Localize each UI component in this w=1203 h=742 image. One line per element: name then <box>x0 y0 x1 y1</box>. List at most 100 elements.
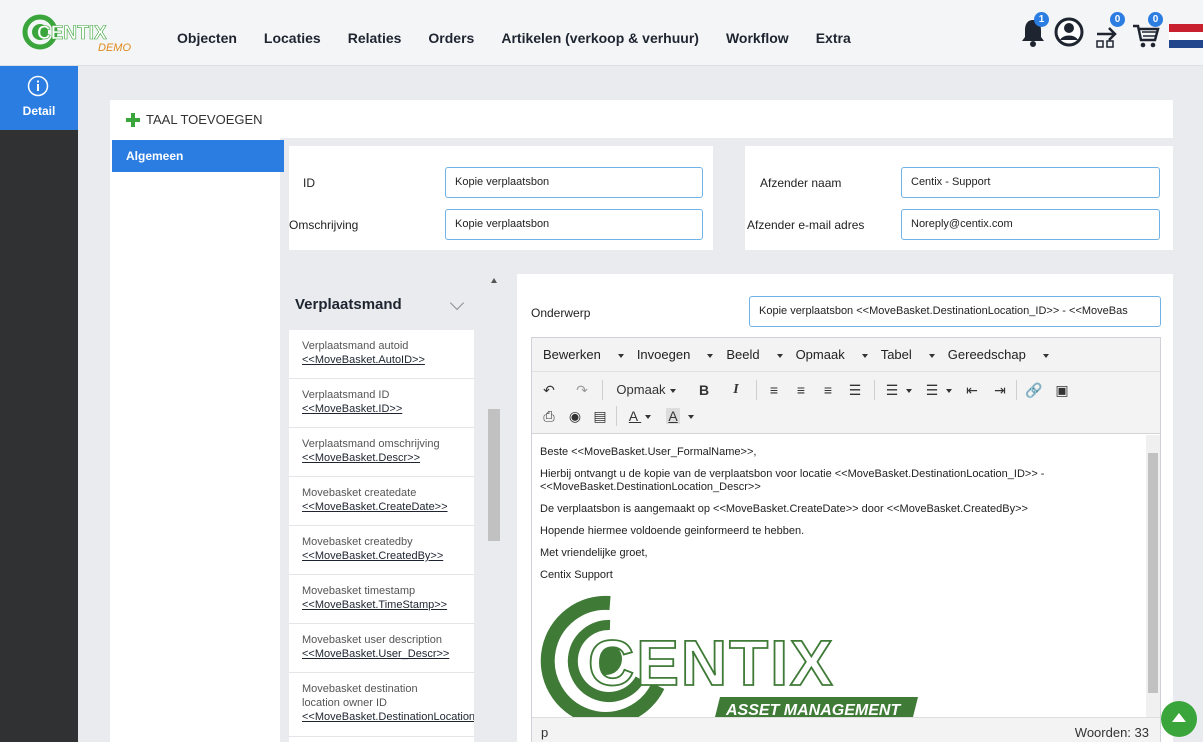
list-item[interactable]: Movebasket timestamp <<MoveBasket.TimeSta… <box>289 575 474 624</box>
scroll-to-top-button[interactable] <box>1161 701 1197 737</box>
italic-icon[interactable]: I <box>728 380 744 400</box>
editor-scroll-thumb[interactable] <box>1148 453 1158 693</box>
menu-label: Opmaak <box>795 347 845 362</box>
menu-label: Beeld <box>726 347 760 362</box>
variables-scrollbar[interactable] <box>488 276 501 742</box>
user-avatar-icon[interactable] <box>1053 14 1085 52</box>
text-color-icon[interactable]: A <box>624 406 656 426</box>
variables-panel: Verplaatsmand Verplaatsmand autoid <<Move… <box>289 276 501 742</box>
mail-body-line: Met vriendelijke groet, <box>540 547 648 559</box>
preview-icon[interactable]: ◉ <box>567 406 583 426</box>
variable-label: Verplaatsmand omschrijving <box>302 438 440 450</box>
cart-icon[interactable]: 0 <box>1131 12 1163 52</box>
caret-down-icon <box>687 415 694 420</box>
scroll-up-arrow-icon[interactable] <box>491 278 497 283</box>
list-item[interactable]: Movebasket user description <<MoveBasket.… <box>289 624 474 673</box>
variable-code[interactable]: <<MoveBasket.DestinationLocationO <box>302 710 474 724</box>
caret-down-icon <box>776 353 783 358</box>
variable-code[interactable]: <<MoveBasket.CreatedBy>> <box>302 549 474 563</box>
cart-badge: 0 <box>1148 12 1163 27</box>
editor-menubar: Bewerken Invoegen Beeld Opmaak Tabel Ger… <box>532 338 1160 372</box>
editor-content[interactable]: Beste <<MoveBasket.User_FormalName>>, Hi… <box>532 435 1146 717</box>
nav-relaties[interactable]: Relaties <box>348 30 402 46</box>
nav-extra[interactable]: Extra <box>816 30 851 46</box>
image-icon[interactable]: ▣ <box>1054 380 1070 400</box>
list-item[interactable]: Movebasket createdby <<MoveBasket.Created… <box>289 526 474 575</box>
align-justify-icon[interactable]: ☰ <box>847 380 863 400</box>
outdent-icon[interactable]: ⇤ <box>964 380 980 400</box>
variable-code[interactable]: <<MoveBasket.ID>> <box>302 402 474 416</box>
format-dropdown-label: Opmaak <box>616 382 666 397</box>
bold-icon[interactable]: B <box>696 380 712 400</box>
media-icon[interactable]: ▤ <box>592 406 608 426</box>
list-item[interactable]: Movebasket destination location owner ID… <box>289 673 474 737</box>
centix-logo[interactable]: CENTIX DEMO <box>20 10 150 56</box>
caret-down-icon <box>645 415 652 420</box>
sender-name-input[interactable]: Centix - Support <box>901 167 1160 198</box>
sender-email-input[interactable]: Noreply@centix.com <box>901 209 1160 240</box>
list-item[interactable]: Verplaatsmand autoid <<MoveBasket.AutoID>… <box>289 330 474 379</box>
description-input[interactable]: Kopie verplaatsbon <box>445 209 703 240</box>
menu-label: Gereedschap <box>947 347 1026 362</box>
align-right-icon[interactable]: ≡ <box>820 380 836 400</box>
redo-icon[interactable]: ↷ <box>574 380 590 400</box>
signature-logo: CENTIX ASSET MANAGEMENT <box>540 591 930 717</box>
id-input[interactable]: Kopie verplaatsbon <box>445 167 703 198</box>
variable-code[interactable]: <<MoveBasket.CreateDate>> <box>302 500 474 514</box>
menu-beeld[interactable]: Beeld <box>726 347 783 371</box>
nav-artikelen[interactable]: Artikelen (verkoop & verhuur) <box>501 30 699 46</box>
id-label: ID <box>303 176 315 190</box>
variable-code[interactable]: <<MoveBasket.TimeStamp>> <box>302 598 474 612</box>
menu-tabel[interactable]: Tabel <box>881 347 935 371</box>
caret-down-icon <box>861 353 868 358</box>
list-item[interactable]: Verplaatsmand ID <<MoveBasket.ID>> <box>289 379 474 428</box>
variables-scroll-thumb[interactable] <box>488 409 500 541</box>
format-dropdown[interactable]: Opmaak <box>614 380 678 400</box>
rich-text-editor: Bewerken Invoegen Beeld Opmaak Tabel Ger… <box>531 337 1161 742</box>
variables-group-header[interactable]: Verplaatsmand <box>289 276 474 330</box>
caret-down-icon <box>906 389 913 394</box>
variables-list: Verplaatsmand autoid <<MoveBasket.AutoID>… <box>289 330 474 742</box>
numbered-list-icon[interactable]: ☰ <box>924 380 954 400</box>
menu-bewerken[interactable]: Bewerken <box>543 347 624 371</box>
main-nav: Objecten Locaties Relaties Orders Artike… <box>177 30 878 46</box>
list-item[interactable]: Movebasket createdate <<MoveBasket.Create… <box>289 477 474 526</box>
variable-code[interactable]: <<MoveBasket.Descr>> <box>302 451 474 465</box>
indent-icon[interactable]: ⇥ <box>992 380 1008 400</box>
side-menu-item-algemeen[interactable]: Algemeen <box>112 140 284 172</box>
variable-code[interactable]: <<MoveBasket.AutoID>> <box>302 353 474 367</box>
bell-icon[interactable]: 1 <box>1019 12 1051 52</box>
nav-orders[interactable]: Orders <box>428 30 474 46</box>
top-icons: 1 0 0 <box>1013 12 1203 54</box>
menu-opmaak[interactable]: Opmaak <box>796 347 868 371</box>
nav-workflow[interactable]: Workflow <box>726 30 789 46</box>
subject-input[interactable]: Kopie verplaatsbon <<MoveBasket.Destinat… <box>749 296 1161 327</box>
tasks-icon[interactable]: 0 <box>1093 12 1125 52</box>
menu-label: Tabel <box>880 347 912 362</box>
add-language-button[interactable]: TAAL TOEVOEGEN <box>126 112 263 127</box>
caret-down-icon <box>617 353 624 358</box>
align-center-icon[interactable]: ≡ <box>793 380 809 400</box>
align-left-icon[interactable]: ≡ <box>766 380 782 400</box>
variable-label: Movebasket createdate <box>302 487 417 499</box>
print-icon[interactable]: ⎙ <box>541 406 557 426</box>
rail-item-detail[interactable]: Detail <box>0 66 78 130</box>
menu-gereedschap[interactable]: Gereedschap <box>948 347 1049 371</box>
logo-text: CENTIX <box>37 23 107 44</box>
variable-code[interactable]: <<MoveBasket.User_Descr>> <box>302 647 474 661</box>
nav-locaties[interactable]: Locaties <box>264 30 321 46</box>
element-path[interactable]: p <box>541 725 548 740</box>
sender-email-label: Afzender e-mail adres <box>747 218 865 232</box>
toolbar-separator <box>602 380 603 400</box>
undo-icon[interactable]: ↶ <box>541 380 557 400</box>
link-icon[interactable]: 🔗 <box>1025 380 1042 400</box>
menu-invoegen[interactable]: Invoegen <box>637 347 714 371</box>
list-item[interactable]: Verplaatsmand omschrijving <<MoveBasket.D… <box>289 428 474 477</box>
background-color-icon[interactable]: A <box>664 406 696 426</box>
bullet-list-icon[interactable]: ☰ <box>884 380 914 400</box>
editor-scrollbar[interactable] <box>1146 435 1160 717</box>
side-menu <box>110 138 280 742</box>
nav-objecten[interactable]: Objecten <box>177 30 237 46</box>
rail-detail-label: Detail <box>22 104 56 118</box>
flag-nl-icon[interactable] <box>1169 24 1203 48</box>
